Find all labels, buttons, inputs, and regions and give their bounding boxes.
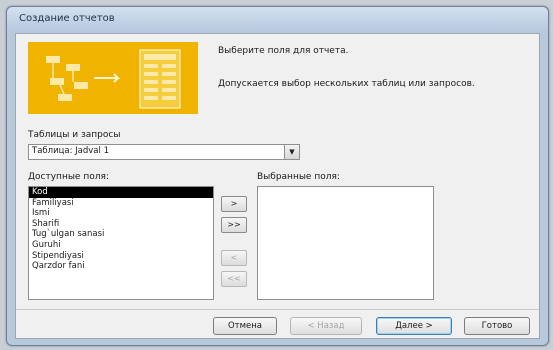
list-item-field[interactable]: Tug`ulgan sanasi (29, 229, 213, 240)
intro-text-select-fields: Выберите поля для отчета. (218, 46, 349, 56)
add-field-button[interactable]: > (221, 196, 247, 212)
window-title: Создание отчетов (19, 13, 115, 24)
report-wizard-graphic-icon (28, 42, 198, 114)
list-item-field[interactable]: Stipendiyasi (29, 251, 213, 262)
selected-fields-list[interactable] (257, 186, 434, 300)
add-all-fields-button[interactable]: >> (221, 217, 247, 233)
divider (16, 309, 539, 310)
tables-queries-dropdown[interactable]: Таблица: Jadval 1 ▼ (28, 144, 300, 160)
back-button[interactable]: < Назад (290, 317, 362, 335)
title-bar[interactable]: Создание отчетов (7, 7, 548, 31)
list-item-field[interactable]: Kod (29, 187, 213, 198)
cancel-button[interactable]: Отмена (213, 317, 277, 335)
dialog-body: Выберите поля для отчета. Допускается вы… (15, 33, 540, 339)
list-item-field[interactable]: Qarzdor fani (29, 261, 213, 272)
tables-queries-value: Таблица: Jadval 1 (32, 146, 109, 156)
list-item-field[interactable]: Sharifi (29, 219, 213, 230)
remove-field-button[interactable]: < (221, 250, 247, 266)
next-button[interactable]: Далее > (376, 317, 452, 335)
list-item-field[interactable]: Familiyasi (29, 198, 213, 209)
tables-queries-label: Таблицы и запросы (28, 130, 121, 140)
available-fields-list[interactable]: Kod Familiyasi Ismi Sharifi Tug`ulgan sa… (28, 186, 214, 300)
report-wizard-window: Создание отчетов Выберите поля для отчет… (6, 6, 549, 346)
available-fields-label: Доступные поля: (28, 172, 109, 182)
selected-fields-label: Выбранные поля: (257, 172, 340, 182)
list-item-field[interactable]: Guruhi (29, 240, 213, 251)
remove-all-fields-button[interactable]: << (221, 271, 247, 287)
chevron-down-icon[interactable]: ▼ (284, 145, 299, 159)
finish-button[interactable]: Готово (464, 317, 530, 335)
list-item-field[interactable]: Ismi (29, 208, 213, 219)
intro-text-multiple-tables: Допускается выбор нескольких таблиц или … (218, 79, 475, 89)
